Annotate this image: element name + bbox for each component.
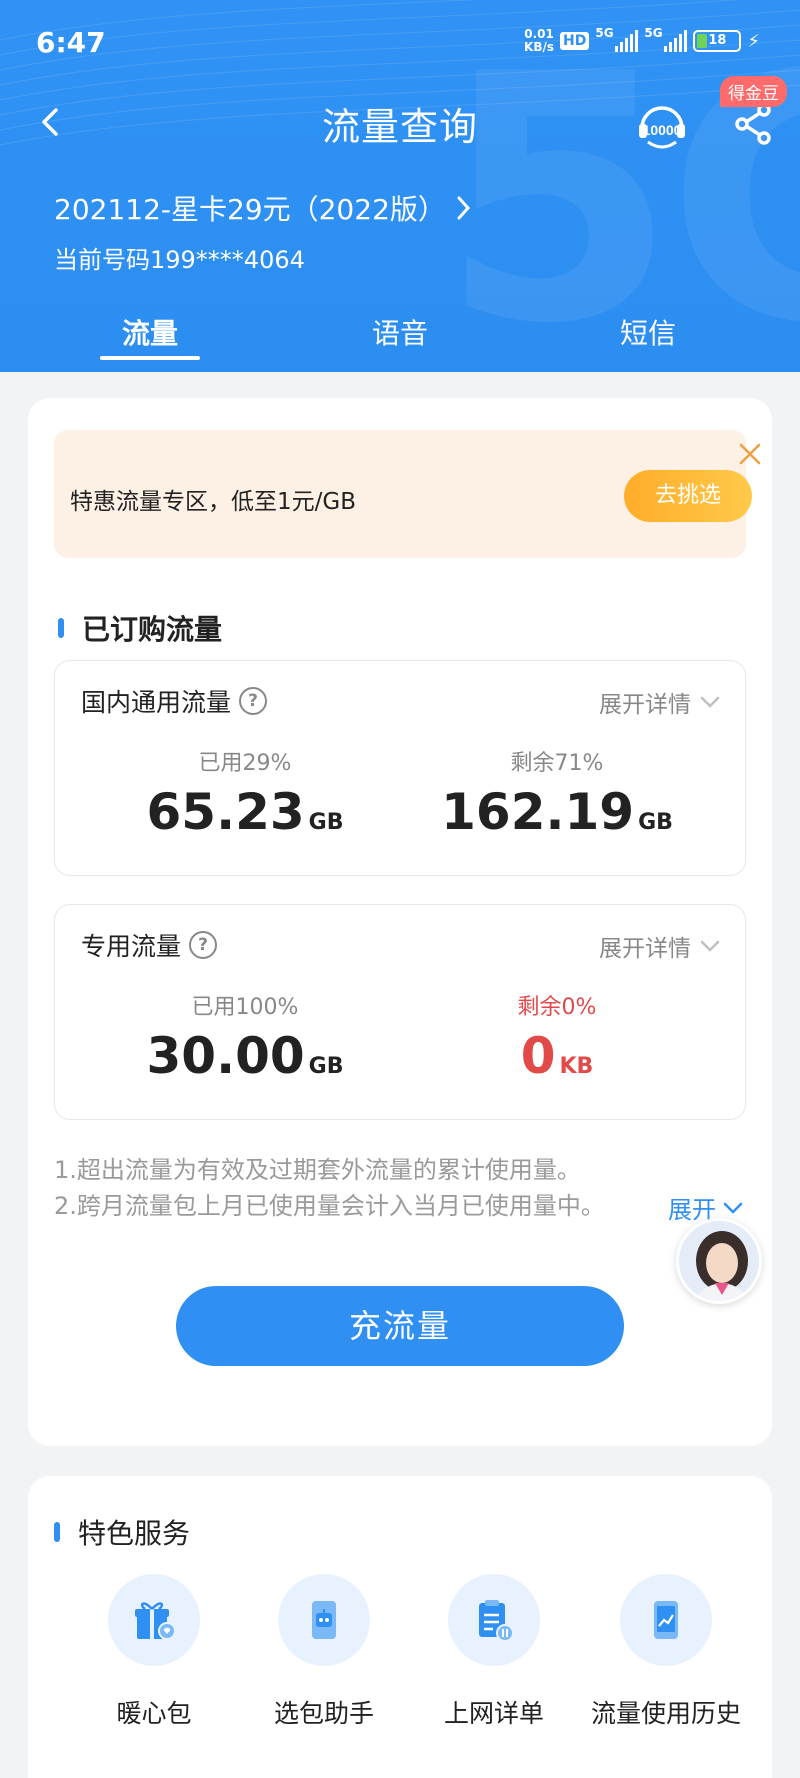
charging-icon: ⚡	[747, 30, 760, 52]
network-speed-unit: KB/s	[524, 40, 555, 54]
service-care-pack[interactable]: 暖心包	[68, 1574, 240, 1730]
signal-label: 5G	[595, 26, 614, 40]
section-heading: 特色服务	[54, 1512, 190, 1552]
promo-choose-button[interactable]: 去挑选	[624, 470, 752, 522]
expand-details-label: 展开详情	[599, 936, 691, 962]
service-label: 暖心包	[116, 1699, 192, 1728]
note-line: 1.超出流量为有效及过期套外流量的累计使用量。	[54, 1156, 581, 1184]
top-up-data-button[interactable]: 充流量	[176, 1286, 624, 1366]
status-icons: 0.01 KB/s HD 5G 5G 18 ⚡	[524, 26, 760, 54]
service-plan-assistant[interactable]: 选包助手	[238, 1574, 410, 1730]
chevron-right-icon	[457, 196, 470, 220]
special-used: 已用100% 30.00 GB	[95, 989, 395, 1085]
used-unit: GB	[308, 810, 344, 835]
chevron-down-icon	[700, 696, 720, 708]
network-speed: 0.01 KB/s	[524, 28, 554, 54]
special-data-panel: 专用流量 ? 展开详情 已用100% 30.00 GB 剩余0% 0 KB	[54, 904, 746, 1120]
signal-icon: 5G	[644, 26, 688, 52]
tab-bar: 流量 语音 短信	[0, 300, 800, 372]
signal-label: 5G	[644, 26, 663, 40]
signal-icon: 5G	[595, 26, 639, 52]
service-usage-details[interactable]: 上网详单	[408, 1574, 580, 1730]
domestic-remaining: 剩余71% 162.19 GB	[407, 745, 707, 841]
section-marker	[58, 618, 64, 638]
status-bar: 6:47 0.01 KB/s HD 5G 5G 18 ⚡	[0, 0, 800, 90]
assistant-avatar[interactable]	[676, 1218, 762, 1304]
domestic-data-panel: 国内通用流量 ? 展开详情 已用29% 65.23 GB 剩余71% 162.19…	[54, 660, 746, 876]
active-tab-indicator	[100, 356, 200, 360]
usage-notes: 1.超出流量为有效及过期套外流量的累计使用量。 2.跨月流量包上月已使用量会计入…	[54, 1152, 605, 1224]
chevron-down-icon	[723, 1202, 743, 1214]
tab-data[interactable]: 流量	[80, 312, 220, 352]
plan-selector[interactable]: 202112-星卡29元（2022版）	[54, 188, 474, 228]
subscribed-heading: 已订购流量	[82, 613, 223, 646]
used-amount: 30.00 GB	[95, 1027, 395, 1085]
note-line: 2.跨月流量包上月已使用量会计入当月已使用量中。	[54, 1192, 605, 1220]
customer-service-icon[interactable]: 10000	[634, 98, 690, 154]
remaining-value: 162.19	[441, 783, 635, 841]
service-number: 10000	[643, 122, 682, 138]
section-marker	[54, 1522, 60, 1542]
assistant-portrait-icon	[679, 1221, 759, 1301]
tab-sms[interactable]: 短信	[578, 312, 718, 352]
domestic-data-label: 国内通用流量	[81, 688, 232, 717]
remaining-unit: KB	[559, 1054, 594, 1079]
domestic-used: 已用29% 65.23 GB	[95, 745, 395, 841]
remaining-value: 0	[520, 1027, 556, 1085]
gold-bean-badge[interactable]: 得金豆	[720, 76, 787, 107]
service-label: 流量使用历史	[590, 1699, 741, 1728]
section-heading: 已订购流量	[58, 608, 222, 648]
service-label: 上网详单	[443, 1699, 544, 1728]
chevron-down-icon	[700, 940, 720, 952]
help-icon[interactable]: ?	[239, 687, 268, 715]
used-value: 65.23	[146, 783, 305, 841]
promo-banner[interactable]: 特惠流量专区，低至1元/GB 去挑选	[54, 430, 761, 558]
used-value: 30.00	[146, 1027, 305, 1085]
used-unit: GB	[308, 1054, 344, 1079]
remaining-percent: 剩余0%	[517, 995, 597, 1020]
used-percent: 已用100%	[191, 995, 299, 1020]
services-heading: 特色服务	[78, 1517, 191, 1550]
header: 5G 6:47 0.01 KB/s HD 5G 5G 18 ⚡	[0, 0, 800, 372]
gift-icon	[108, 1574, 200, 1666]
expand-details-label: 展开详情	[599, 692, 691, 718]
share-icon[interactable]	[730, 100, 778, 148]
plan-name: 202112-星卡29元（2022版）	[54, 193, 446, 226]
special-data-title: 专用流量 ?	[81, 927, 218, 963]
service-label: 选包助手	[273, 1699, 374, 1728]
robot-phone-icon	[278, 1574, 370, 1666]
remaining-amount: 0 KB	[407, 1027, 707, 1085]
used-amount: 65.23 GB	[95, 783, 395, 841]
expand-details-link[interactable]: 展开详情	[599, 929, 721, 963]
clipboard-icon	[448, 1574, 540, 1666]
used-percent: 已用29%	[198, 751, 292, 776]
tab-voice[interactable]: 语音	[330, 312, 470, 352]
domestic-data-title: 国内通用流量 ?	[81, 683, 268, 719]
chart-phone-icon	[620, 1574, 712, 1666]
battery-icon: 18	[693, 30, 742, 52]
close-icon[interactable]	[736, 440, 764, 468]
status-time: 6:47	[36, 26, 106, 59]
help-icon[interactable]: ?	[189, 931, 218, 959]
expand-details-link[interactable]: 展开详情	[599, 685, 721, 719]
service-usage-history[interactable]: 流量使用历史	[580, 1574, 752, 1730]
remaining-amount: 162.19 GB	[407, 783, 707, 841]
special-remaining: 剩余0% 0 KB	[407, 989, 707, 1085]
battery-level: 18	[708, 33, 727, 48]
promo-text: 特惠流量专区，低至1元/GB	[70, 489, 356, 515]
remaining-percent: 剩余71%	[510, 751, 604, 776]
current-phone-number: 当前号码199****4064	[54, 246, 305, 274]
hd-icon: HD	[560, 32, 590, 50]
featured-services-card: 特色服务 暖心包 选包助手 上网详单 流量使用历史	[28, 1476, 772, 1778]
special-data-label: 专用流量	[81, 932, 182, 961]
data-usage-card: 特惠流量专区，低至1元/GB 去挑选 已订购流量 国内通用流量 ? 展开详情 已…	[28, 398, 772, 1446]
nav-bar: 流量查询 10000	[0, 90, 800, 160]
remaining-unit: GB	[638, 810, 673, 835]
